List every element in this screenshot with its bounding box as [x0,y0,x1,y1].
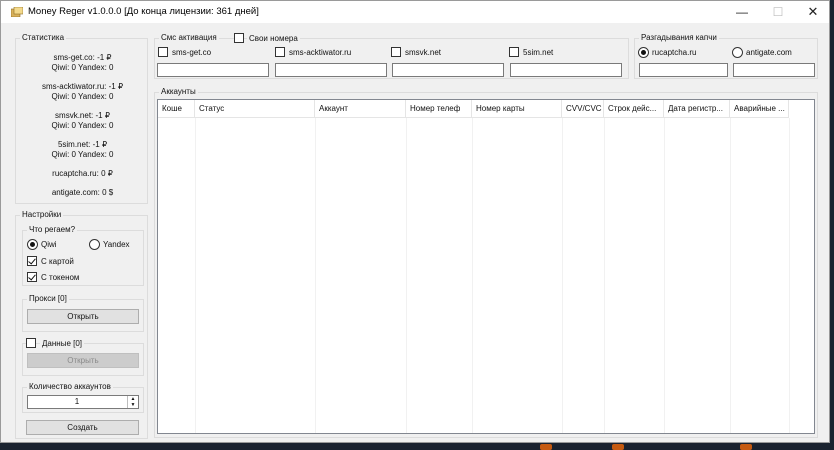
5sim-input[interactable] [510,63,622,77]
col-card[interactable]: Номер карты [472,100,562,118]
sms-group-label: Смс активация [159,33,219,42]
stat-sms-acktiwator: sms-acktiwator.ru: -1 ₽ Qiwi: 0 Yandex: … [41,82,124,101]
grid-line [789,118,790,433]
grid-line [406,118,407,433]
data-checkbox[interactable] [26,338,36,348]
count-value: 1 [74,397,80,406]
what-register-label: Что регаем? [27,225,78,234]
stat-sms-get-co: sms-get.co: -1 ₽ Qiwi: 0 Yandex: 0 [51,53,114,72]
smsvk-label: smsvk.net [405,48,442,57]
proxy-group: Прокси [0] Открыть [22,294,144,332]
taskbar-app-icon[interactable] [612,444,624,450]
with-card-checkbox[interactable] [27,256,37,266]
data-group: Данные [0] Открыть [22,338,144,376]
grid-line [562,118,563,433]
data-label: Данные [0] [40,339,85,348]
grid-line [730,118,731,433]
minimize-button[interactable]: — [724,1,760,23]
smsvk-input[interactable] [392,63,504,77]
col-reg-date[interactable]: Дата регистр... [664,100,730,118]
antigate-label: antigate.com [746,48,792,57]
sms-get-co-label: sms-get.co [172,48,212,57]
own-numbers-checkbox[interactable] [234,33,244,43]
stats-group-label: Статистика [20,33,67,42]
settings-group-label: Настройки [20,210,64,219]
smsvk-checkbox[interactable] [391,47,401,57]
proxy-open-button[interactable]: Открыть [27,309,139,324]
sms-group: Смс активация Свои номера sms-get.co sms… [154,33,629,79]
with-token-label: С токеном [41,273,80,282]
sms-get-co-input[interactable] [157,63,269,77]
col-phone[interactable]: Номер телеф [406,100,472,118]
close-button[interactable]: ✕ [795,1,831,23]
rucaptcha-label: rucaptcha.ru [652,48,697,57]
app-icon [10,6,24,18]
col-account[interactable]: Аккаунт [315,100,406,118]
data-open-button[interactable]: Открыть [27,353,139,368]
what-register-group: Что регаем? Qiwi Yandex С картой С токен… [22,225,144,286]
with-token-checkbox[interactable] [27,272,37,282]
accounts-table[interactable]: Коше Статус Аккаунт Номер телеф Номер ка… [157,99,815,434]
taskbar-app-icon[interactable] [540,444,552,450]
5sim-label: 5sim.net [523,48,554,57]
sms-acktiwator-checkbox[interactable] [275,47,285,57]
captcha-group: Разгадывания капчи rucaptcha.ru antigate… [634,33,818,79]
proxy-label: Прокси [0] [27,294,69,303]
yandex-radio[interactable] [89,239,100,250]
sms-acktiwator-input[interactable] [275,63,387,77]
antigate-key-input[interactable] [733,63,815,77]
grid-line [604,118,605,433]
count-group: Количество аккаунтов 1 ▲ ▼ [22,382,144,413]
col-wallet[interactable]: Коше [158,100,195,118]
with-card-label: С картой [41,257,74,266]
stat-smsvk: smsvk.net: -1 ₽ Qiwi: 0 Yandex: 0 [51,111,114,130]
window-title: Money Reger v1.0.0.0 [До конца лицензии:… [28,6,259,17]
col-emergency[interactable]: Аварийные ... [730,100,789,118]
spin-down-icon[interactable]: ▼ [128,402,138,408]
own-numbers-label: Свои номера [247,34,300,43]
maximize-button[interactable]: ☐ [760,1,796,23]
col-status[interactable]: Статус [195,100,315,118]
rucaptcha-radio[interactable] [638,47,649,58]
stat-5sim: 5sim.net: -1 ₽ Qiwi: 0 Yandex: 0 [51,140,114,159]
qiwi-label: Qiwi [41,240,57,249]
antigate-radio[interactable] [732,47,743,58]
main-window: Money Reger v1.0.0.0 [До конца лицензии:… [0,0,830,443]
taskbar [0,443,834,450]
5sim-checkbox[interactable] [509,47,519,57]
grid-line [195,118,196,433]
stats-group: Статистика sms-get.co: -1 ₽ Qiwi: 0 Yand… [15,33,148,204]
accounts-group-label: Аккаунты [159,87,198,96]
settings-group: Настройки Что регаем? Qiwi Yandex С карт… [15,210,148,439]
qiwi-radio[interactable] [27,239,38,250]
grid-line [472,118,473,433]
count-label: Количество аккаунтов [27,382,113,391]
col-validity[interactable]: Строк дейс... [604,100,664,118]
grid-line [315,118,316,433]
count-stepper[interactable]: 1 ▲ ▼ [27,395,139,409]
grid-line [664,118,665,433]
rucaptcha-key-input[interactable] [639,63,728,77]
captcha-group-label: Разгадывания капчи [639,33,719,42]
stat-antigate: antigate.com: 0 $ [51,188,114,197]
title-bar: Money Reger v1.0.0.0 [До конца лицензии:… [1,1,829,23]
col-cvv[interactable]: CVV/CVC [562,100,604,118]
create-button[interactable]: Создать [26,420,139,435]
taskbar-app-icon[interactable] [740,444,752,450]
sms-acktiwator-label: sms-acktiwator.ru [289,48,352,57]
stat-rucaptcha: rucaptcha.ru: 0 ₽ [52,169,113,178]
sms-get-co-checkbox[interactable] [158,47,168,57]
count-spin: ▲ ▼ [127,396,138,408]
yandex-label: Yandex [103,240,130,249]
